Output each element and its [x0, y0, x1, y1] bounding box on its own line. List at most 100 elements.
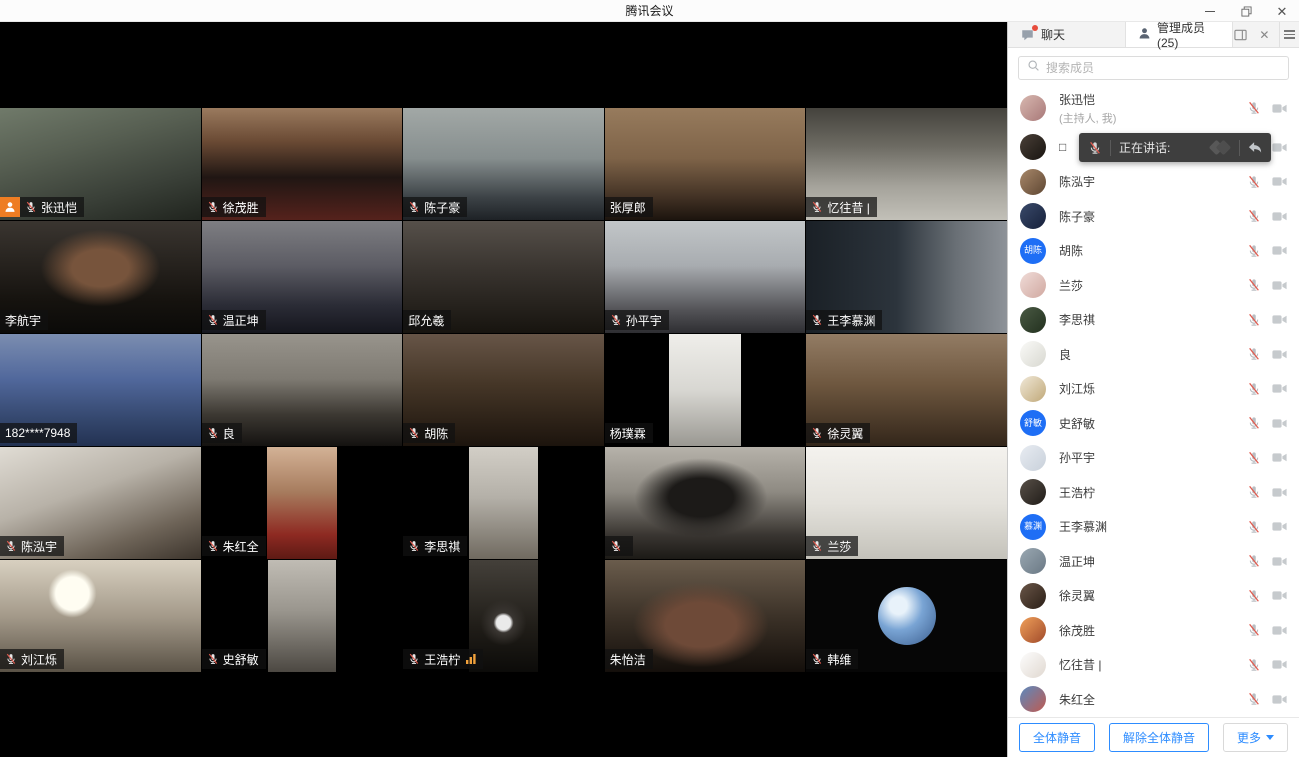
- video-tile[interactable]: 孙平宇: [605, 221, 806, 333]
- member-search[interactable]: [1018, 56, 1289, 80]
- member-row[interactable]: 陈子豪: [1008, 199, 1299, 234]
- restore-icon[interactable]: [1239, 4, 1253, 18]
- mute-all-button[interactable]: 全体静音: [1019, 723, 1095, 752]
- tile-label: 182****7948: [0, 423, 77, 443]
- member-row[interactable]: 陈泓宇: [1008, 165, 1299, 200]
- panel-close-icon[interactable]: ✕: [1257, 28, 1271, 42]
- avatar: [1020, 134, 1046, 160]
- camera-off-icon[interactable]: [1272, 176, 1287, 187]
- member-row[interactable]: 徐茂胜: [1008, 613, 1299, 648]
- mic-muted-icon[interactable]: [1247, 623, 1261, 637]
- video-tile[interactable]: 邱允羲: [403, 221, 604, 333]
- video-tile[interactable]: 陈泓宇: [0, 447, 201, 559]
- video-tile[interactable]: 良: [202, 334, 403, 446]
- video-tile[interactable]: 韩维: [806, 560, 1007, 672]
- video-tile[interactable]: 胡陈: [403, 334, 604, 446]
- mic-muted-icon[interactable]: [1247, 209, 1261, 223]
- video-tile[interactable]: 李航宇: [0, 221, 201, 333]
- video-tile[interactable]: 张厚郎: [605, 108, 806, 220]
- video-tile[interactable]: 兰莎: [806, 447, 1007, 559]
- member-row[interactable]: 王浩柠: [1008, 475, 1299, 510]
- mic-muted-icon[interactable]: [1247, 101, 1261, 115]
- person-icon: [1138, 27, 1151, 43]
- member-row[interactable]: 徐灵翼: [1008, 579, 1299, 614]
- avatar: 胡陈: [1020, 238, 1046, 264]
- video-tile[interactable]: 朱怡洁: [605, 560, 806, 672]
- camera-off-icon[interactable]: [1272, 625, 1287, 636]
- member-row[interactable]: 张迅恺 (主持人, 我): [1008, 86, 1299, 130]
- camera-off-icon[interactable]: [1272, 280, 1287, 291]
- more-button[interactable]: 更多: [1223, 723, 1288, 752]
- mic-muted-icon[interactable]: [1247, 589, 1261, 603]
- member-row[interactable]: 忆往昔 |: [1008, 648, 1299, 683]
- video-tile[interactable]: 忆往昔 |: [806, 108, 1007, 220]
- camera-off-icon[interactable]: [1272, 349, 1287, 360]
- video-tile[interactable]: [605, 447, 806, 559]
- member-row[interactable]: 良: [1008, 337, 1299, 372]
- member-row[interactable]: 胡陈 胡陈: [1008, 234, 1299, 269]
- mic-muted-icon[interactable]: [1247, 382, 1261, 396]
- mic-muted-icon[interactable]: [1247, 244, 1261, 258]
- mic-muted-icon[interactable]: [1247, 451, 1261, 465]
- video-tile[interactable]: 杨璞霖: [605, 334, 806, 446]
- member-row[interactable]: 兰莎: [1008, 268, 1299, 303]
- member-list[interactable]: 张迅恺 (主持人, 我): [1008, 86, 1299, 717]
- panel-menu-button[interactable]: [1279, 22, 1299, 47]
- member-row[interactable]: 李思祺: [1008, 303, 1299, 338]
- camera-off-icon[interactable]: [1272, 487, 1287, 498]
- participant-name: 胡陈: [424, 425, 448, 442]
- mic-muted-icon[interactable]: [1247, 175, 1261, 189]
- camera-off-icon[interactable]: [1272, 142, 1287, 153]
- mic-muted-icon[interactable]: [1247, 658, 1261, 672]
- video-tile[interactable]: 陈子豪: [403, 108, 604, 220]
- camera-off-icon[interactable]: [1272, 211, 1287, 222]
- mic-muted-icon[interactable]: [1247, 313, 1261, 327]
- tab-chat[interactable]: 聊天: [1008, 22, 1126, 47]
- member-row[interactable]: 刘江烁: [1008, 372, 1299, 407]
- video-tile[interactable]: 徐灵翼: [806, 334, 1007, 446]
- unmute-all-button[interactable]: 解除全体静音: [1109, 723, 1209, 752]
- camera-off-icon[interactable]: [1272, 556, 1287, 567]
- video-tile[interactable]: 李思祺: [403, 447, 604, 559]
- member-row[interactable]: 朱红全: [1008, 682, 1299, 717]
- video-tile[interactable]: 史舒敏: [202, 560, 403, 672]
- member-row[interactable]: 慕渊 王李慕渊: [1008, 510, 1299, 545]
- mic-muted-icon[interactable]: [1247, 520, 1261, 534]
- camera-off-icon[interactable]: [1272, 245, 1287, 256]
- video-tile[interactable]: 张迅恺: [0, 108, 201, 220]
- video-tile[interactable]: 刘江烁: [0, 560, 201, 672]
- popout-panel-icon[interactable]: [1233, 28, 1247, 42]
- camera-off-icon[interactable]: [1272, 694, 1287, 705]
- tile-label: 温正坤: [202, 310, 266, 330]
- camera-off-icon[interactable]: [1272, 103, 1287, 114]
- mic-muted-icon[interactable]: [1247, 692, 1261, 706]
- mic-muted-icon[interactable]: [1247, 416, 1261, 430]
- video-tile[interactable]: 徐茂胜: [202, 108, 403, 220]
- window-titlebar: 腾讯会议 ✕: [0, 0, 1299, 22]
- video-tile[interactable]: 182****7948: [0, 334, 201, 446]
- camera-off-icon[interactable]: [1272, 383, 1287, 394]
- mic-muted-icon[interactable]: [1247, 485, 1261, 499]
- tab-members[interactable]: 管理成员(25): [1126, 22, 1233, 47]
- video-tile[interactable]: 温正坤: [202, 221, 403, 333]
- video-tile[interactable]: 王李慕渊: [806, 221, 1007, 333]
- tile-label: 徐茂胜: [202, 197, 266, 217]
- camera-off-icon[interactable]: [1272, 452, 1287, 463]
- minimize-icon[interactable]: [1203, 4, 1217, 18]
- mic-muted-icon[interactable]: [1247, 278, 1261, 292]
- member-row[interactable]: 温正坤: [1008, 544, 1299, 579]
- member-row[interactable]: 舒敏 史舒敏: [1008, 406, 1299, 441]
- camera-off-icon[interactable]: [1272, 314, 1287, 325]
- close-icon[interactable]: ✕: [1275, 4, 1289, 18]
- video-tile[interactable]: 朱红全: [202, 447, 403, 559]
- mic-muted-icon[interactable]: [1247, 554, 1261, 568]
- video-tile[interactable]: 王浩柠: [403, 560, 604, 672]
- member-row[interactable]: 孙平宇: [1008, 441, 1299, 476]
- camera-off-icon[interactable]: [1272, 418, 1287, 429]
- reply-icon[interactable]: [1248, 141, 1262, 154]
- camera-off-icon[interactable]: [1272, 590, 1287, 601]
- mic-muted-icon[interactable]: [1247, 347, 1261, 361]
- search-input[interactable]: [1046, 61, 1280, 75]
- camera-off-icon[interactable]: [1272, 659, 1287, 670]
- camera-off-icon[interactable]: [1272, 521, 1287, 532]
